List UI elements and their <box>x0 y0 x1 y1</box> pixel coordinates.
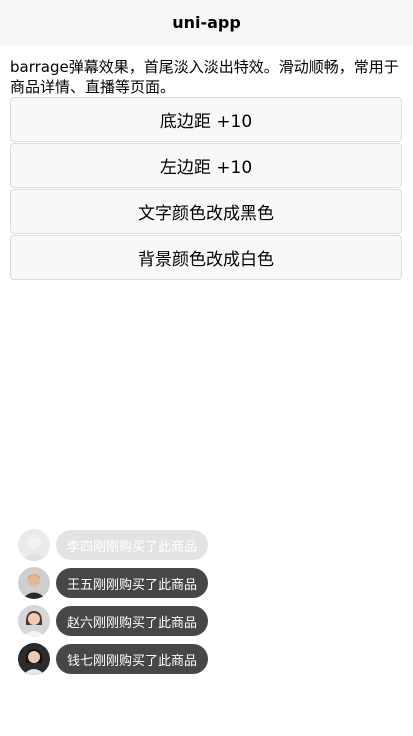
barrage-bubble: 王五刚刚购买了此商品 <box>56 568 209 598</box>
user-avatar-icon <box>18 605 50 637</box>
barrage-item: 钱七刚刚购买了此商品 <box>18 642 278 676</box>
description-text: barrage弹幕效果，首尾淡入淡出特效。滑动顺畅，常用于商品详情、直播等页面。 <box>10 58 399 96</box>
barrage-item: 李四刚刚购买了此商品 <box>18 528 278 562</box>
barrage-item: 赵六刚刚购买了此商品 <box>18 604 278 638</box>
page-title: uni-app <box>172 13 241 32</box>
barrage-list: 李四刚刚购买了此商品 王五刚刚购买了此商品 赵六刚刚购买了此商品 钱七刚刚购买了… <box>18 528 278 680</box>
barrage-bubble: 钱七刚刚购买了此商品 <box>56 644 209 674</box>
left-margin-plus-button[interactable]: 左边距 +10 <box>10 143 402 188</box>
barrage-bubble: 赵六刚刚购买了此商品 <box>56 606 209 636</box>
user-avatar-icon <box>18 529 50 561</box>
nav-bar: uni-app <box>0 0 413 45</box>
text-color-black-button[interactable]: 文字颜色改成黑色 <box>10 189 402 234</box>
bottom-margin-plus-button[interactable]: 底边距 +10 <box>10 97 402 142</box>
button-list: 底边距 +10 左边距 +10 文字颜色改成黑色 背景颜色改成白色 <box>0 97 413 280</box>
barrage-bubble: 李四刚刚购买了此商品 <box>56 530 209 560</box>
background-color-white-button[interactable]: 背景颜色改成白色 <box>10 235 402 280</box>
user-avatar-icon <box>18 567 50 599</box>
barrage-item: 王五刚刚购买了此商品 <box>18 566 278 600</box>
user-avatar-icon <box>18 643 50 675</box>
